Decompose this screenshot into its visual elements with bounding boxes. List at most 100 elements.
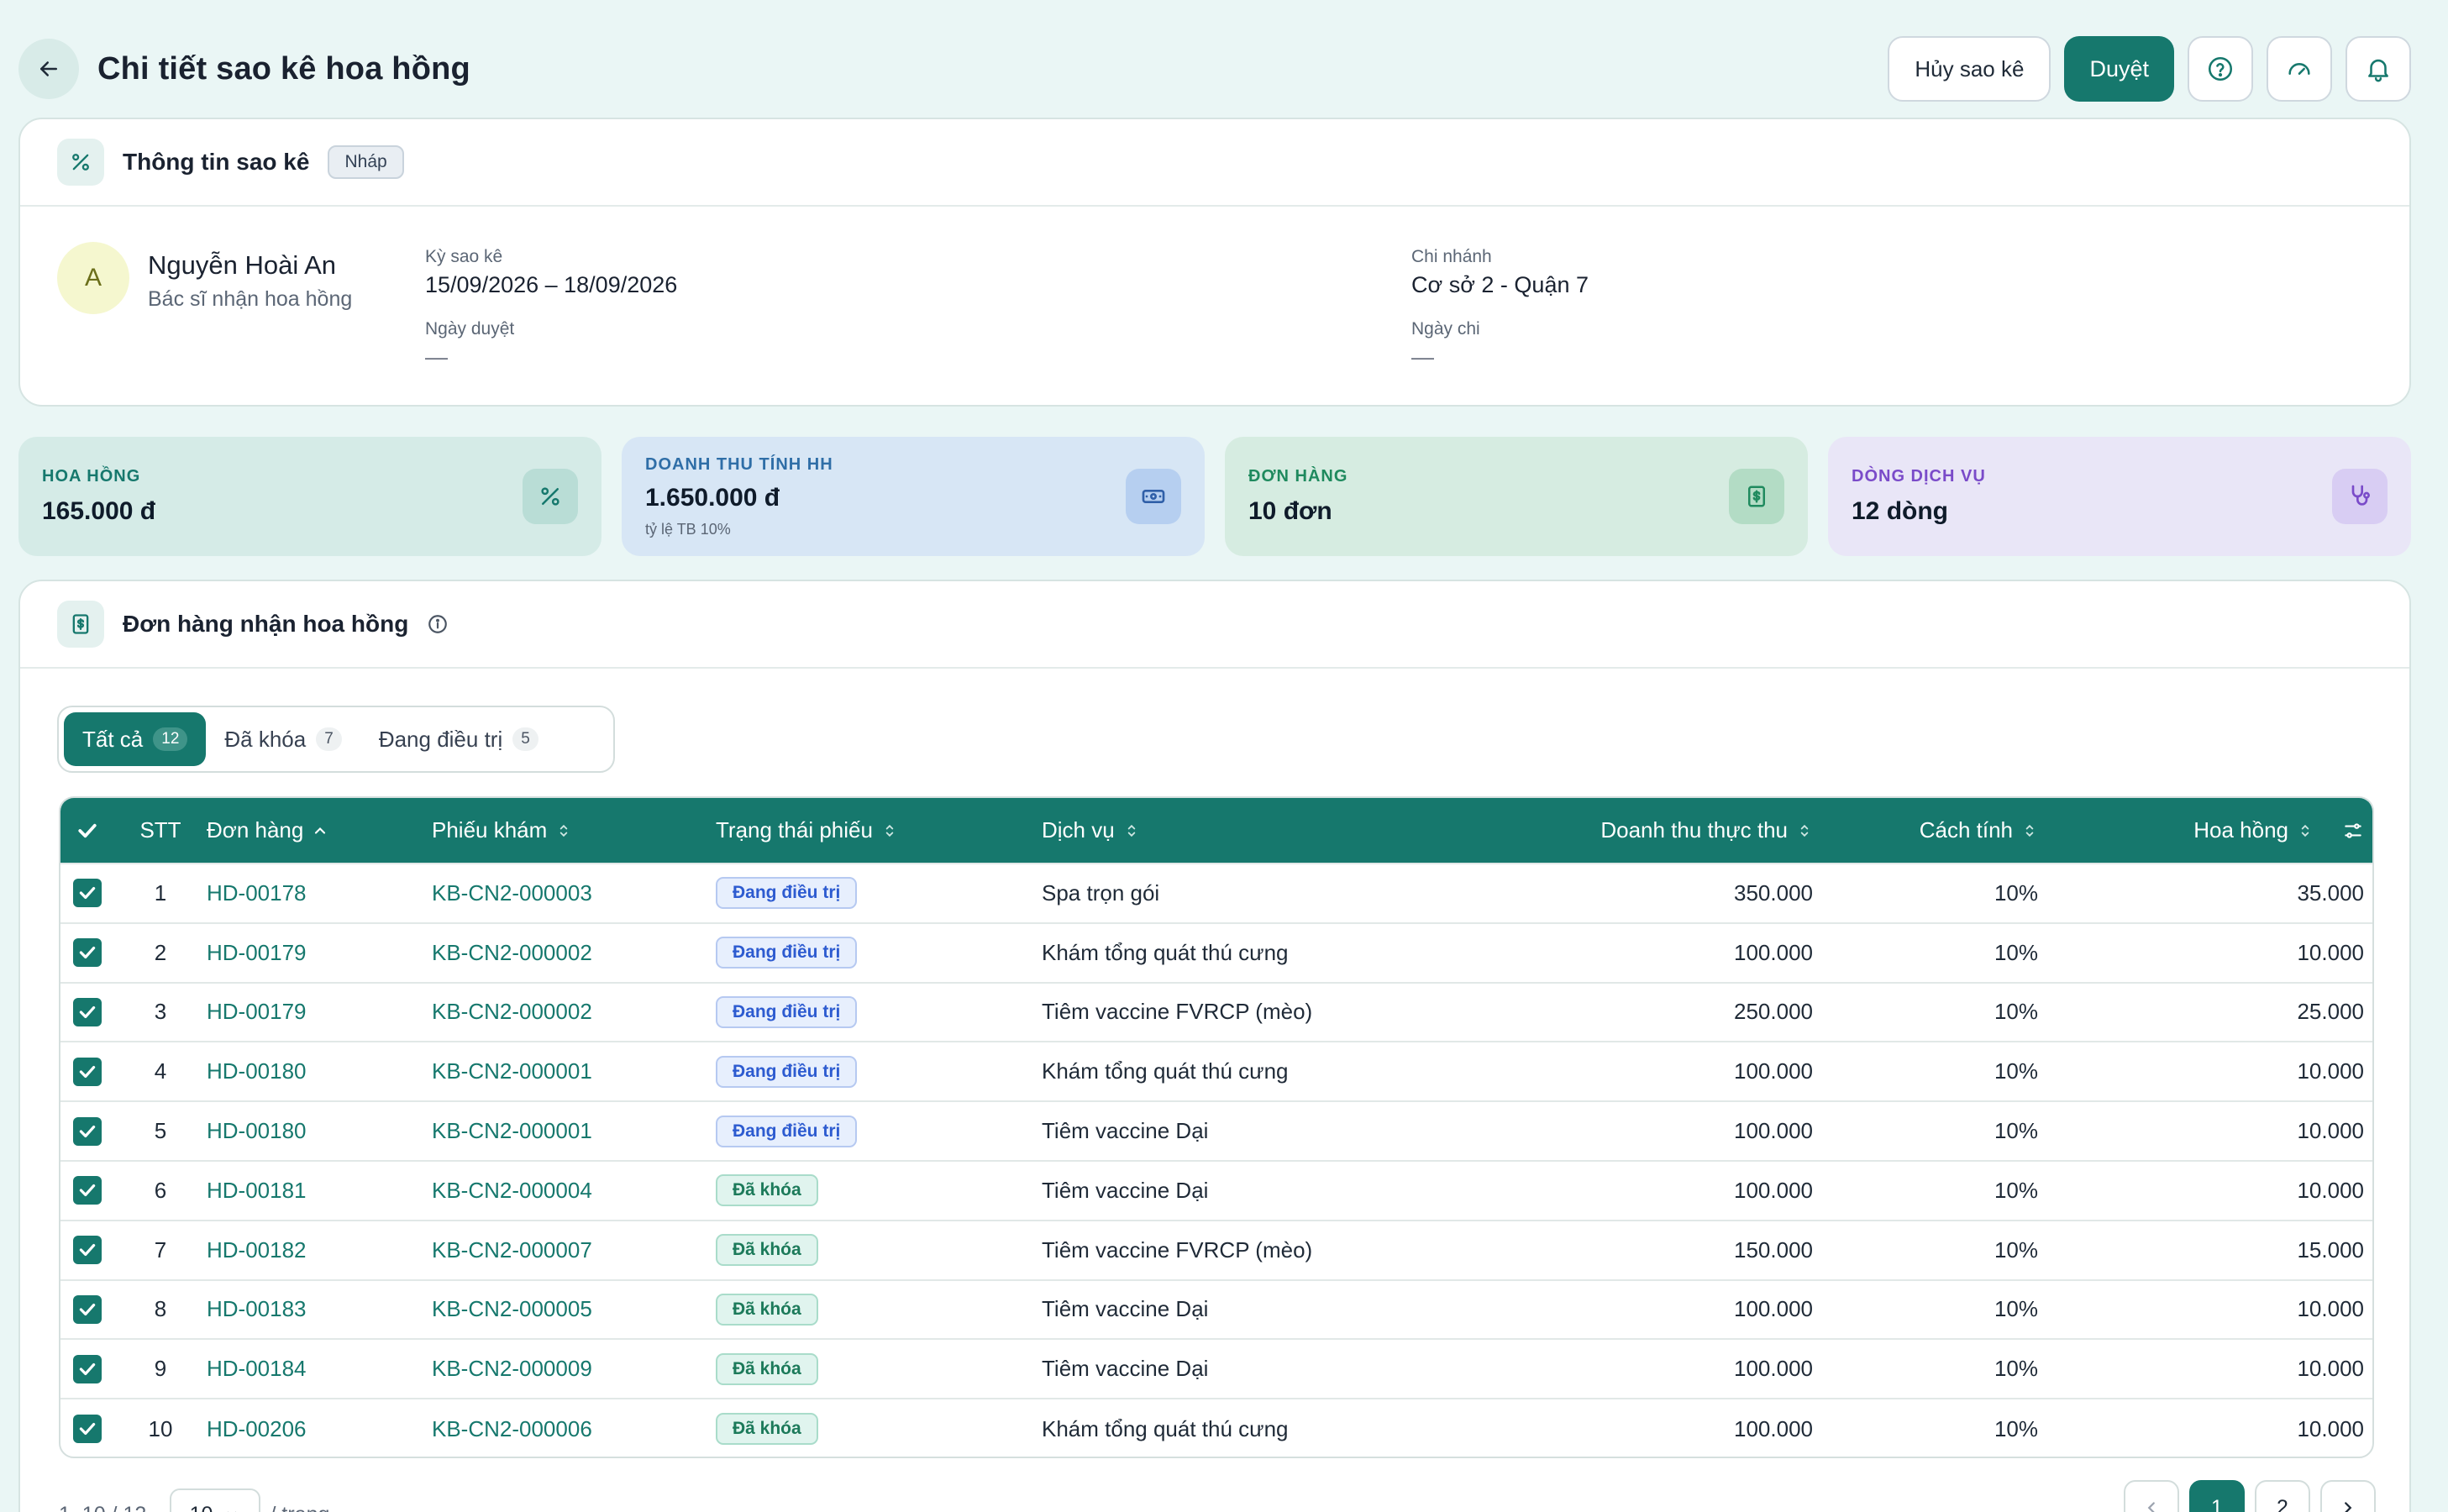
- cell-order-link[interactable]: HD-00182: [207, 1219, 432, 1280]
- tab-count: 7: [316, 727, 342, 751]
- cell-order-link[interactable]: HD-00206: [207, 1398, 432, 1457]
- col-ticket[interactable]: Phiếu khám: [432, 798, 716, 864]
- cell-ticket-link[interactable]: KB-CN2-000009: [432, 1338, 716, 1399]
- sort-icon: [2301, 824, 2309, 837]
- cell-commission: 10.000: [2050, 1100, 2372, 1161]
- cell-order-link[interactable]: HD-00178: [207, 863, 432, 923]
- row-checkbox[interactable]: [60, 1398, 114, 1457]
- row-checkbox[interactable]: [60, 921, 114, 983]
- check-icon: [79, 887, 96, 900]
- info-icon[interactable]: [427, 613, 449, 635]
- cell-stt: 1: [114, 863, 207, 923]
- cell-order-link[interactable]: HD-00181: [207, 1159, 432, 1221]
- col-service[interactable]: Dịch vụ: [1042, 798, 1510, 864]
- next-page-button[interactable]: [2320, 1480, 2376, 1512]
- check-icon: [78, 823, 97, 837]
- table-row[interactable]: 1 HD-00178 KB-CN2-000003 Đang điều trị Spa t…: [60, 863, 2372, 923]
- col-commission[interactable]: Hoa hồng: [2050, 798, 2372, 864]
- tab-all[interactable]: Tất cả 12: [64, 712, 207, 766]
- table-row[interactable]: 6 HD-00181 KB-CN2-000004 Đã khóa Tiêm vaccin…: [60, 1159, 2372, 1221]
- cell-order-link[interactable]: HD-00179: [207, 921, 432, 983]
- col-status[interactable]: Trạng thái phiếu: [716, 798, 1042, 864]
- cell-order-link[interactable]: HD-00180: [207, 1100, 432, 1161]
- table-row[interactable]: 9 HD-00184 KB-CN2-000009 Đã khóa Tiêm vaccin…: [60, 1338, 2372, 1399]
- cell-method: 10%: [1825, 1338, 2050, 1399]
- cell-stt: 6: [114, 1159, 207, 1221]
- pagination-info: 1–10 / 12 · 10 / trang: [59, 1488, 329, 1512]
- col-method-label: Cách tính: [1919, 817, 2013, 843]
- doctor-name: Nguyễn Hoài An: [148, 250, 337, 280]
- cell-revenue: 100.000: [1510, 1159, 1825, 1221]
- select-all-checkbox[interactable]: [60, 798, 114, 864]
- cell-stt: 8: [114, 1278, 207, 1340]
- row-checkbox[interactable]: [60, 1278, 114, 1340]
- stat-card-commission: HOA HỒNG 165.000 đ: [18, 437, 601, 556]
- table-row[interactable]: 3 HD-00179 KB-CN2-000002 Đang điều trị Tiêm …: [60, 981, 2372, 1042]
- sort-icon: [560, 824, 568, 837]
- table-row[interactable]: 4 HD-00180 KB-CN2-000001 Đang điều trị Khám …: [60, 1041, 2372, 1102]
- table-row[interactable]: 5 HD-00180 KB-CN2-000001 Đang điều trị Tiêm …: [60, 1100, 2372, 1161]
- sort-icon: [2025, 824, 2034, 837]
- cell-ticket-link[interactable]: KB-CN2-000001: [432, 1100, 716, 1161]
- statement-info-header: Thông tin sao kê Nháp: [20, 119, 2409, 207]
- row-checkbox[interactable]: [60, 1159, 114, 1221]
- cell-ticket-link[interactable]: KB-CN2-000002: [432, 921, 716, 983]
- table-row[interactable]: 7 HD-00182 KB-CN2-000007 Đã khóa Tiêm vaccin…: [60, 1219, 2372, 1280]
- table-row[interactable]: 2 HD-00179 KB-CN2-000002 Đang điều trị Khám …: [60, 921, 2372, 983]
- back-button[interactable]: [18, 39, 79, 99]
- cell-status: Đang điều trị: [716, 921, 1042, 983]
- cell-ticket-link[interactable]: KB-CN2-000006: [432, 1398, 716, 1457]
- dashboard-button[interactable]: [2267, 36, 2332, 102]
- check-icon: [79, 1006, 96, 1019]
- period-label: Kỳ sao kê: [425, 247, 503, 266]
- receipt-icon: [1729, 469, 1784, 524]
- sort-icon: [1800, 824, 1809, 837]
- prev-page-button[interactable]: [2124, 1480, 2179, 1512]
- cell-status: Đang điều trị: [716, 863, 1042, 923]
- col-revenue[interactable]: Doanh thu thực thu: [1510, 798, 1825, 864]
- header-actions: Hủy sao kê Duyệt: [1888, 36, 2411, 102]
- avatar: A: [57, 242, 129, 314]
- help-button[interactable]: [2188, 36, 2253, 102]
- cell-stt: 5: [114, 1100, 207, 1161]
- col-order[interactable]: Đơn hàng: [207, 798, 432, 864]
- cell-order-link[interactable]: HD-00183: [207, 1278, 432, 1340]
- table-row[interactable]: 10 HD-00206 KB-CN2-000006 Đã khóa Khám tổng …: [60, 1398, 2372, 1457]
- row-checkbox[interactable]: [60, 1100, 114, 1161]
- cell-ticket-link[interactable]: KB-CN2-000004: [432, 1159, 716, 1221]
- col-method[interactable]: Cách tính: [1825, 798, 2050, 864]
- cell-order-link[interactable]: HD-00179: [207, 981, 432, 1042]
- cell-ticket-link[interactable]: KB-CN2-000002: [432, 981, 716, 1042]
- status-badge: Đang điều trị: [716, 1055, 858, 1088]
- statement-info-card: Thông tin sao kê Nháp A Nguyễn Hoài An B…: [18, 118, 2411, 407]
- row-checkbox[interactable]: [60, 1041, 114, 1102]
- cell-status: Đã khóa: [716, 1219, 1042, 1280]
- cell-ticket-link[interactable]: KB-CN2-000007: [432, 1219, 716, 1280]
- cancel-statement-button[interactable]: Hủy sao kê: [1888, 36, 2051, 102]
- table-row[interactable]: 8 HD-00183 KB-CN2-000005 Đã khóa Tiêm vaccin…: [60, 1278, 2372, 1340]
- cell-method: 10%: [1825, 981, 2050, 1042]
- row-checkbox[interactable]: [60, 863, 114, 923]
- cell-order-link[interactable]: HD-00180: [207, 1041, 432, 1102]
- cell-order-link[interactable]: HD-00184: [207, 1338, 432, 1399]
- page-button-1[interactable]: 1: [2189, 1480, 2245, 1512]
- stat-value: 12 dòng: [1852, 497, 1949, 525]
- cell-ticket-link[interactable]: KB-CN2-000003: [432, 863, 716, 923]
- column-settings-icon[interactable]: [2342, 820, 2364, 842]
- tab-treating[interactable]: Đang điều trị 5: [360, 712, 557, 766]
- page-size-select[interactable]: 10: [169, 1488, 260, 1512]
- page-button-2[interactable]: 2: [2255, 1480, 2310, 1512]
- status-badge: Đã khóa: [716, 1174, 818, 1207]
- percent-icon: [523, 469, 578, 524]
- row-checkbox[interactable]: [60, 981, 114, 1042]
- title-group: Chi tiết sao kê hoa hồng: [18, 39, 470, 99]
- approve-button[interactable]: Duyệt: [2064, 36, 2174, 102]
- tab-locked[interactable]: Đã khóa 7: [206, 712, 360, 766]
- cell-ticket-link[interactable]: KB-CN2-000001: [432, 1041, 716, 1102]
- row-checkbox[interactable]: [60, 1338, 114, 1399]
- cell-revenue: 150.000: [1510, 1219, 1825, 1280]
- col-service-label: Dịch vụ: [1042, 817, 1115, 843]
- row-checkbox[interactable]: [60, 1219, 114, 1280]
- cell-ticket-link[interactable]: KB-CN2-000005: [432, 1278, 716, 1340]
- notifications-button[interactable]: [2346, 36, 2411, 102]
